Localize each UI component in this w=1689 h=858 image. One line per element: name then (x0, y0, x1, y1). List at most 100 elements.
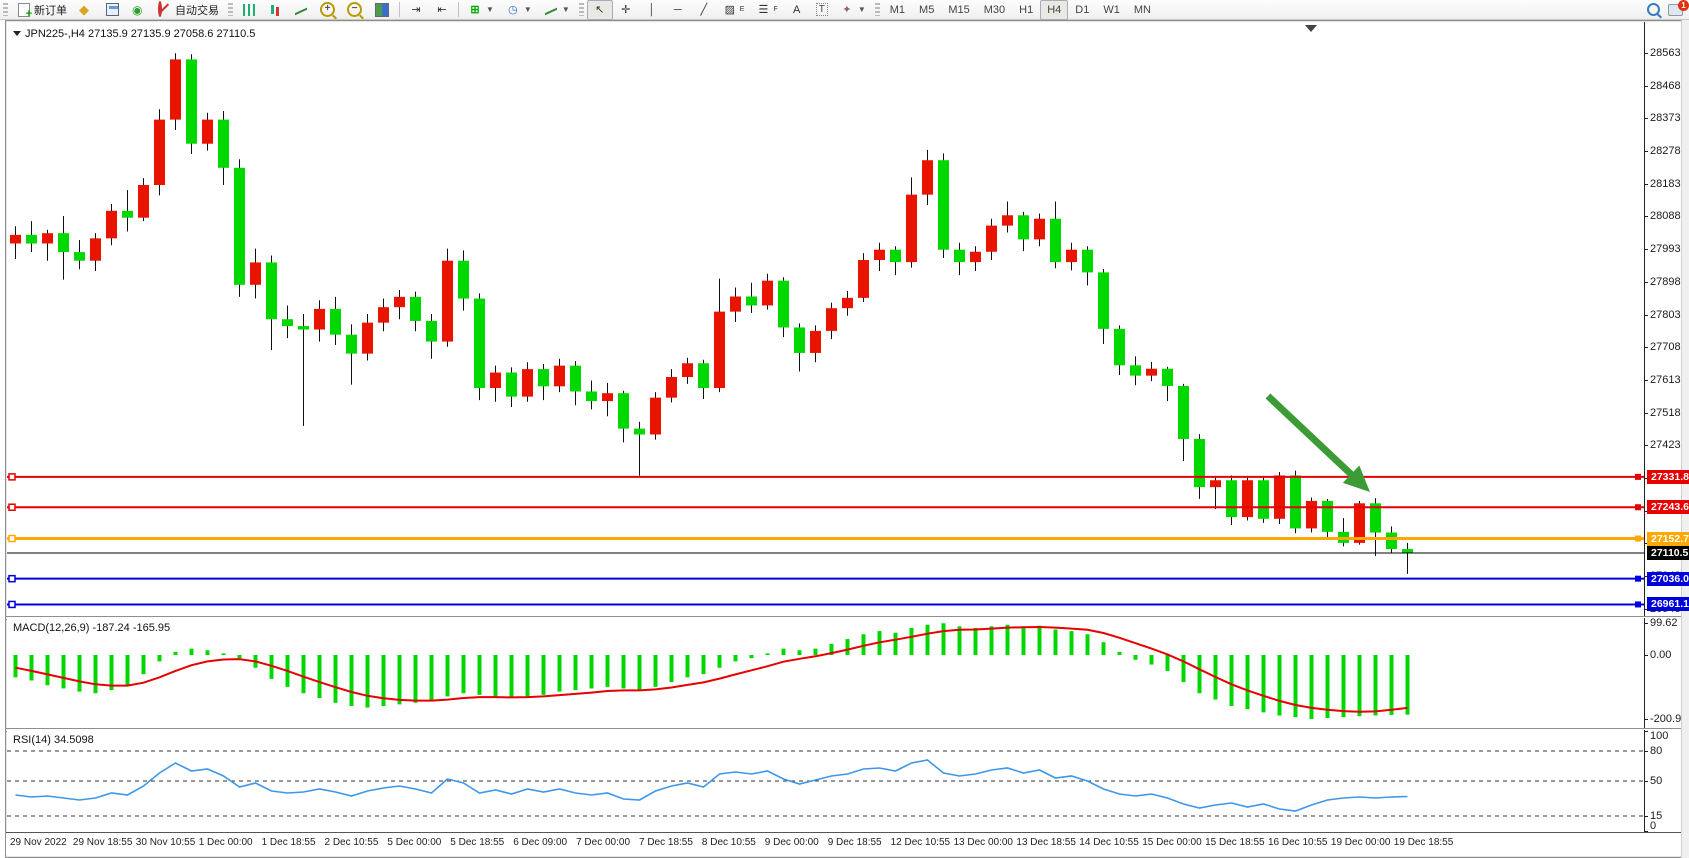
time-axis[interactable]: 29 Nov 202229 Nov 18:5530 Nov 10:551 Dec… (6, 832, 1685, 855)
candle-body[interactable] (1290, 475, 1301, 528)
macd-pane[interactable]: MACD(12,26,9) -187.24 -165.95 99.620.00-… (7, 618, 1684, 728)
candle-body[interactable] (730, 296, 741, 311)
timeframe-button-m1[interactable]: M1 (883, 0, 912, 20)
candle-body[interactable] (570, 366, 581, 392)
candle-body[interactable] (90, 238, 101, 260)
candle-body[interactable] (410, 297, 421, 321)
candle-body[interactable] (986, 226, 997, 252)
candle-body[interactable] (186, 59, 197, 143)
candle-body[interactable] (714, 312, 725, 388)
toolbar-grip[interactable] (228, 3, 233, 16)
candle-body[interactable] (922, 160, 933, 194)
candle-body[interactable] (1210, 480, 1221, 487)
candle-body[interactable] (218, 120, 229, 168)
periods-menu-button[interactable]: ◷▼ (500, 0, 538, 20)
channel-tool-button[interactable]: ▨E (717, 0, 751, 20)
candle-body[interactable] (26, 235, 37, 244)
candle-body[interactable] (586, 391, 597, 401)
candle-body[interactable] (778, 281, 789, 328)
candle-body[interactable] (618, 393, 629, 428)
new-order-button[interactable]: 新订单 (11, 0, 73, 20)
candle-body[interactable] (250, 262, 261, 284)
candle-body[interactable] (1162, 369, 1173, 386)
hline-left-handle[interactable] (9, 536, 15, 542)
hline-right-handle[interactable] (1635, 601, 1641, 607)
candle-body[interactable] (698, 363, 709, 388)
candle-body[interactable] (202, 120, 213, 144)
timeframe-button-mn[interactable]: MN (1127, 0, 1158, 20)
horizontal-line-tool-button[interactable]: ─ (665, 0, 691, 20)
zoom-in-button[interactable]: + (314, 0, 341, 20)
candle-body[interactable] (74, 252, 85, 261)
vertical-scrollbar[interactable] (1681, 20, 1689, 858)
hline-right-handle[interactable] (1635, 504, 1641, 510)
candle-body[interactable] (538, 369, 549, 386)
rsi-pane[interactable]: RSI(14) 34.5098 1008050150 (7, 730, 1684, 832)
candle-body[interactable] (10, 235, 21, 244)
candle-body[interactable] (58, 233, 69, 252)
candle-body[interactable] (346, 335, 357, 354)
hline-left-handle[interactable] (9, 601, 15, 607)
candle-body[interactable] (1258, 480, 1269, 519)
candle-body[interactable] (1194, 439, 1205, 487)
candle-body[interactable] (634, 429, 645, 435)
candle-body[interactable] (1306, 501, 1317, 529)
candle-body[interactable] (138, 185, 149, 218)
candle-body[interactable] (1402, 549, 1413, 553)
indicators-menu-button[interactable]: ⊞▼ (462, 0, 500, 20)
timeframe-button-w1[interactable]: W1 (1096, 0, 1127, 20)
text-tool-button[interactable]: A (784, 0, 810, 20)
candle-body[interactable] (1066, 250, 1077, 262)
candle-body[interactable] (682, 363, 693, 377)
timeframe-button-m15[interactable]: M15 (941, 0, 976, 20)
hline-right-handle[interactable] (1635, 474, 1641, 480)
hline-left-handle[interactable] (9, 576, 15, 582)
candle-body[interactable] (458, 261, 469, 299)
candle-body[interactable] (810, 331, 821, 353)
hline-right-handle[interactable] (1635, 536, 1641, 542)
candle-body[interactable] (874, 250, 885, 260)
templates-menu-button[interactable]: ▼ (538, 0, 576, 20)
candle-body[interactable] (1130, 365, 1141, 375)
chart-list-triangle-icon[interactable] (13, 31, 21, 36)
candle-body[interactable] (858, 260, 869, 298)
candle-body[interactable] (1178, 386, 1189, 439)
candle-body[interactable] (394, 297, 405, 307)
candle-body[interactable] (42, 233, 53, 243)
line-chart-button[interactable] (288, 0, 314, 20)
candle-body[interactable] (1082, 250, 1093, 273)
candle-body[interactable] (954, 250, 965, 262)
downtrend-arrow-annotation[interactable] (1268, 396, 1354, 477)
search-icon[interactable] (1647, 3, 1660, 16)
auto-trading-button[interactable]: 自动交易 (152, 0, 225, 20)
candle-body[interactable] (442, 261, 453, 342)
candle-body[interactable] (266, 262, 277, 319)
toolbar-grip[interactable] (579, 3, 584, 16)
candle-body[interactable] (154, 120, 165, 185)
macd-plot[interactable] (7, 618, 1644, 728)
candle-body[interactable] (1386, 533, 1397, 550)
candle-body[interactable] (1242, 480, 1253, 517)
mql5-button[interactable]: ◆ (73, 0, 99, 20)
candle-body[interactable] (1050, 219, 1061, 262)
candle-body[interactable] (122, 211, 133, 218)
hline-right-handle[interactable] (1635, 576, 1641, 582)
timeframe-button-h1[interactable]: H1 (1012, 0, 1040, 20)
candle-body[interactable] (842, 298, 853, 308)
candle-body[interactable] (1274, 475, 1285, 518)
zoom-out-button[interactable]: − (341, 0, 368, 20)
candle-body[interactable] (1226, 480, 1237, 517)
candle-body[interactable] (298, 326, 309, 329)
candle-body[interactable] (330, 309, 341, 335)
candle-body[interactable] (762, 281, 773, 306)
candle-body[interactable] (106, 211, 117, 239)
chat-icon[interactable]: 1 (1668, 4, 1683, 16)
candle-body[interactable] (314, 309, 325, 330)
tile-windows-button[interactable] (368, 0, 396, 20)
candle-body[interactable] (650, 398, 661, 435)
market-watch-button[interactable] (99, 0, 126, 20)
candle-body[interactable] (1354, 503, 1365, 543)
candle-body[interactable] (506, 373, 517, 397)
cursor-tool-button[interactable]: ↖ (587, 0, 613, 20)
hline-left-handle[interactable] (9, 504, 15, 510)
